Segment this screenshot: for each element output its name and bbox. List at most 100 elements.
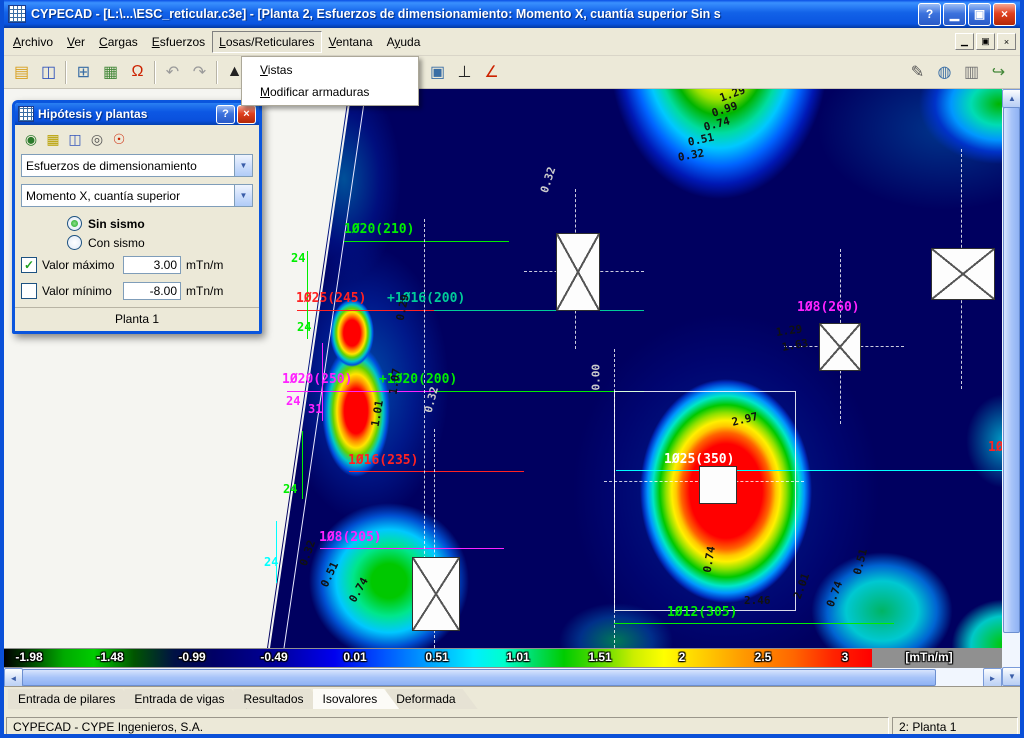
scale-tick: -1.48 <box>96 650 123 664</box>
results-table-icon[interactable]: ⊞ <box>70 59 97 86</box>
rebar-label: 1Ø12(305) <box>667 606 737 619</box>
scale-tick: -0.99 <box>178 650 205 664</box>
layers-icon[interactable]: ◫ <box>65 129 85 149</box>
angle-icon[interactable]: ∠ <box>478 59 505 86</box>
dialog-close-button[interactable]: × <box>237 105 256 124</box>
minimize-button[interactable]: ▁ <box>943 3 966 26</box>
combo-dropdown-icon[interactable]: ▼ <box>234 155 252 176</box>
mdi-close-button[interactable]: × <box>997 33 1016 50</box>
contour-value-label: 0.74 <box>702 545 717 573</box>
scroll-down-icon[interactable]: ▼ <box>1002 667 1022 686</box>
close-button[interactable]: × <box>993 3 1016 26</box>
tab-isovalores[interactable]: Isovalores <box>313 689 400 709</box>
menu-item-ventana[interactable]: Ventana <box>322 31 380 53</box>
rebar-label: 1Ø8(260) <box>797 301 860 314</box>
valor-maximo-row: ✓ Valor máximo mTn/m <box>21 252 253 278</box>
main-toolbar: ▤◫⊞▦Ω↶↷▲⇑⇕ ▣⊥∠ ✎◍▥↪ <box>4 56 1020 89</box>
title-bar[interactable]: CYPECAD - [L:\...\ESC_reticular.c3e] - [… <box>4 0 1020 28</box>
contour-value-label: 0.51 <box>319 560 340 589</box>
scroll-right-icon[interactable]: ► <box>983 668 1002 688</box>
tab-deformada[interactable]: Deformada <box>386 689 477 709</box>
cypecad-window: CYPECAD - [L:\...\ESC_reticular.c3e] - [… <box>0 0 1024 738</box>
max-unit-label: mTn/m <box>186 258 223 272</box>
tab-entrada-de-vigas[interactable]: Entrada de vigas <box>124 689 246 709</box>
status-bar: CYPECAD - CYPE Ingenieros, S.A. 2: Plant… <box>4 715 1020 738</box>
contour-value-label: 2.01 <box>792 572 811 601</box>
palette-icon[interactable]: ▦ <box>43 129 63 149</box>
mdi-minimize-button[interactable]: ▁ <box>955 33 974 50</box>
valor-minimo-checkbox[interactable] <box>21 283 37 299</box>
min-unit-label: mTn/m <box>186 284 223 298</box>
save-icon[interactable]: ◫ <box>35 59 62 86</box>
undo-icon[interactable]: ↶ <box>159 59 186 86</box>
combo-dropdown-icon[interactable]: ▼ <box>234 185 252 206</box>
rebar-label: 1Ø20(210) <box>344 223 414 236</box>
magnitude-value: Momento X, cuantía superior <box>22 189 234 203</box>
menu-item-cargas[interactable]: Cargas <box>92 31 145 53</box>
print-icon[interactable]: ◍ <box>931 59 958 86</box>
dialog-help-button[interactable]: ? <box>216 105 235 124</box>
dialog-title-bar[interactable]: Hipótesis y plantas ? × <box>15 103 259 125</box>
tab-entrada-de-pilares[interactable]: Entrada de pilares <box>8 689 137 709</box>
hypothesis-icon[interactable]: ◉ <box>21 129 41 149</box>
menu-item-losas-reticulares[interactable]: Losas/Reticulares <box>212 31 321 53</box>
scale-tick: 2.5 <box>755 650 772 664</box>
rebar-label: 1Ø25(245) <box>296 292 366 305</box>
hypothesis-type-combo[interactable]: Esfuerzos de dimensionamiento ▼ <box>21 154 253 177</box>
context-item-vistas[interactable]: Vistas <box>244 59 416 81</box>
losas-reticulares-menu: VistasModificar armaduras <box>241 56 419 106</box>
scroll-up-icon[interactable]: ▲ <box>1002 89 1022 108</box>
mdi-restore-button[interactable]: ▣ <box>976 33 995 50</box>
valor-maximo-checkbox[interactable]: ✓ <box>21 257 37 273</box>
scale-tick: 1.51 <box>588 650 611 664</box>
contour-value-label: 0.00 <box>591 364 602 391</box>
contour-value-label: 0.74 <box>825 580 844 609</box>
toolbar-right-group: ✎◍▥↪ <box>904 56 1012 88</box>
current-floor-label: Planta 1 <box>15 307 259 331</box>
tab-resultados[interactable]: Resultados <box>233 689 325 709</box>
contour-value-label: 1.63 <box>781 337 809 352</box>
con-sismo-option[interactable]: Con sismo <box>21 233 253 252</box>
help-button[interactable]: ? <box>918 3 941 26</box>
horizontal-scroll-thumb[interactable] <box>22 669 936 686</box>
menu-item-archivo[interactable]: Archivo <box>6 31 60 53</box>
scroll-left-icon[interactable]: ◄ <box>4 668 23 688</box>
menu-item-ver[interactable]: Ver <box>60 31 92 53</box>
valor-minimo-input[interactable] <box>123 282 181 300</box>
color-scale: -1.98-1.48-0.99-0.490.010.511.011.5122.5… <box>4 648 1002 668</box>
rebar-label: 1Ø16(235) <box>348 454 418 467</box>
pen-config-icon[interactable]: ✎ <box>904 59 931 86</box>
contour-value-label: 0.29 <box>395 293 411 321</box>
zoom-icon[interactable]: ◎ <box>87 129 107 149</box>
bug-icon[interactable]: ☉ <box>109 129 129 149</box>
context-item-modificar-armaduras[interactable]: Modificar armaduras <box>244 81 416 103</box>
open-icon[interactable]: ▤ <box>8 59 35 86</box>
status-message: CYPECAD - CYPE Ingenieros, S.A. <box>6 717 889 737</box>
contour-value-label: 0.32 <box>677 147 705 162</box>
floor-tabs: Entrada de pilaresEntrada de vigasResult… <box>4 686 1020 715</box>
horizontal-scrollbar[interactable]: ◄ ► <box>4 668 1002 686</box>
vertical-scrollbar[interactable]: ▲ ▼ <box>1002 89 1020 686</box>
export-icon[interactable]: ↪ <box>985 59 1012 86</box>
current-floor-indicator: 2: Planta 1 <box>892 717 1018 737</box>
views-icon[interactable]: ▣ <box>424 59 451 86</box>
valor-minimo-row: Valor mínimo mTn/m <box>21 278 253 304</box>
redo-icon[interactable]: ↷ <box>186 59 213 86</box>
cype-omega-icon[interactable]: Ω <box>124 59 151 86</box>
contour-value-label: 0.51 <box>852 547 869 575</box>
grid-icon[interactable]: ▦ <box>97 59 124 86</box>
toolbar-mid-group: ▣⊥∠ <box>424 56 505 88</box>
contour-value-label: 1.07 <box>388 367 403 395</box>
magnitude-combo[interactable]: Momento X, cuantía superior ▼ <box>21 184 253 207</box>
rebar-label: 1Ø25(350) <box>664 453 734 466</box>
con-sismo-label: Con sismo <box>88 236 145 250</box>
vertical-scroll-thumb[interactable] <box>1003 107 1020 633</box>
valor-maximo-input[interactable] <box>123 256 181 274</box>
sheets-icon[interactable]: ▥ <box>958 59 985 86</box>
sin-sismo-option[interactable]: Sin sismo <box>21 214 253 233</box>
menu-item-esfuerzos[interactable]: Esfuerzos <box>145 31 212 53</box>
menu-item-ayuda[interactable]: Ayuda <box>380 31 428 53</box>
hypothesis-type-value: Esfuerzos de dimensionamiento <box>22 159 234 173</box>
maximize-button[interactable]: ▣ <box>968 3 991 26</box>
perpendicular-icon[interactable]: ⊥ <box>451 59 478 86</box>
